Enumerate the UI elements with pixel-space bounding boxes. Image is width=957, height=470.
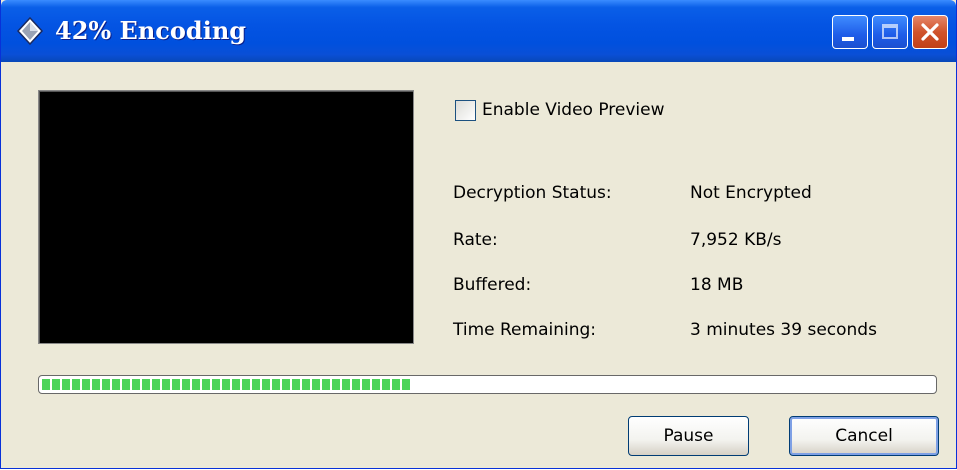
- minimize-button[interactable]: [832, 15, 868, 49]
- rate-label: Rate:: [453, 230, 498, 250]
- pause-button[interactable]: Pause: [628, 416, 749, 456]
- time-remaining-label: Time Remaining:: [453, 320, 597, 340]
- encoding-window: 42% Encoding Enable Video Preview Decryp…: [0, 0, 957, 469]
- rate-value: 7,952 KB/s: [690, 230, 782, 250]
- buffered-label: Buffered:: [453, 275, 532, 295]
- time-remaining-value: 3 minutes 39 seconds: [690, 320, 877, 340]
- decryption-status-label: Decryption Status:: [453, 183, 612, 203]
- minimize-icon: [842, 37, 854, 41]
- title-bar[interactable]: 42% Encoding: [1, 0, 956, 62]
- enable-preview-label[interactable]: Enable Video Preview: [482, 100, 665, 120]
- close-icon: [921, 23, 939, 41]
- decryption-status-value: Not Encrypted: [690, 183, 812, 203]
- diamond-app-icon: [15, 16, 45, 46]
- video-preview-area: [38, 90, 414, 344]
- window-title: 42% Encoding: [55, 16, 247, 45]
- encoding-progress-bar: [38, 375, 937, 394]
- progress-fill: [42, 379, 410, 390]
- buffered-value: 18 MB: [690, 275, 744, 295]
- cancel-button[interactable]: Cancel: [789, 416, 939, 456]
- enable-preview-option[interactable]: Enable Video Preview: [455, 97, 665, 123]
- enable-preview-checkbox[interactable]: [455, 99, 476, 121]
- maximize-icon: [882, 24, 898, 39]
- maximize-button: [872, 15, 908, 49]
- close-button[interactable]: [912, 15, 948, 49]
